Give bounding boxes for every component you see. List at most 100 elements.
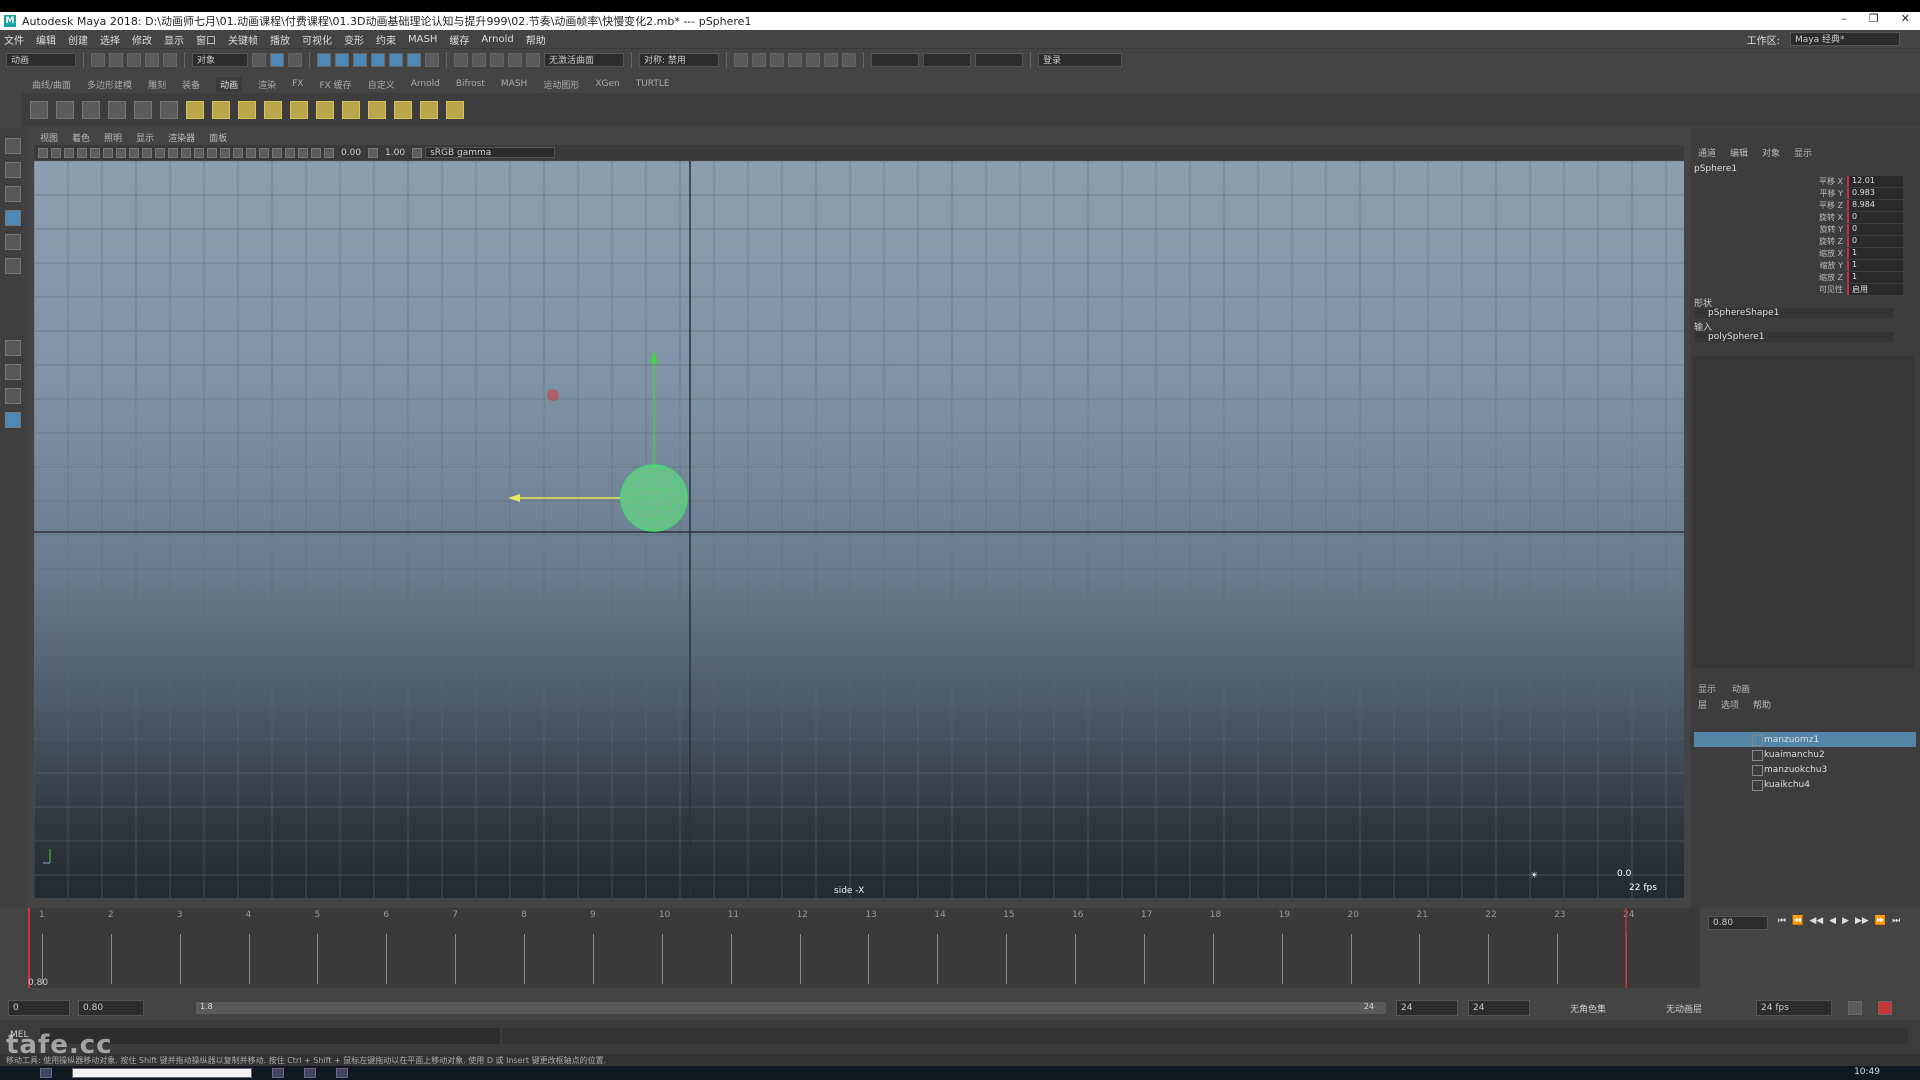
shelf-tab-bifrost[interactable]: Bifrost: [456, 79, 485, 89]
scale-tool-icon[interactable]: [5, 258, 21, 274]
viewport-side[interactable]: side -X 22 fps 0.0 ☀: [34, 161, 1684, 898]
menu-display[interactable]: 显示: [164, 32, 184, 47]
magnet-icon[interactable]: [526, 52, 540, 67]
pause-icon[interactable]: [842, 52, 856, 67]
scale-constraint-icon[interactable]: [394, 101, 412, 119]
minimize-button[interactable]: –: [1841, 12, 1847, 25]
select-object-icon[interactable]: [270, 52, 284, 67]
channel-value[interactable]: 0: [1847, 212, 1903, 223]
four-pane-layout-icon[interactable]: [5, 364, 21, 380]
shelf-tab-mash[interactable]: MASH: [501, 79, 527, 89]
wireframe-icon[interactable]: [181, 147, 191, 158]
panel-menu-shading[interactable]: 着色: [72, 131, 90, 144]
current-time-field[interactable]: 0.80: [1708, 916, 1768, 930]
layer-menu-layers[interactable]: 层: [1698, 698, 1707, 711]
redo-icon[interactable]: [163, 52, 177, 67]
menu-file[interactable]: 文件: [4, 32, 24, 47]
shelf-tab-curves[interactable]: 曲线/曲面: [32, 78, 71, 91]
pole-vector-icon[interactable]: [446, 101, 464, 119]
panel-menu-panels[interactable]: 面板: [209, 131, 227, 144]
orient-constraint-icon[interactable]: [368, 101, 386, 119]
loop-icon[interactable]: [1848, 1001, 1862, 1015]
channel-value[interactable]: 1: [1847, 248, 1903, 259]
shadows-icon[interactable]: [246, 147, 256, 158]
menu-constrain[interactable]: 约束: [376, 32, 396, 47]
shelf-tab-motion-graphics[interactable]: 运动图形: [543, 78, 579, 91]
two-pane-layout-icon[interactable]: [5, 388, 21, 404]
grid-toggle-icon[interactable]: [168, 147, 178, 158]
snap-live-icon[interactable]: [407, 52, 421, 67]
ik-spline-icon[interactable]: [238, 101, 256, 119]
field-chart-icon[interactable]: [129, 147, 139, 158]
tab-channels[interactable]: 通道: [1698, 146, 1716, 159]
parent-constraint-icon[interactable]: [316, 101, 334, 119]
y-field[interactable]: [923, 52, 971, 67]
channel-value[interactable]: 1: [1847, 272, 1903, 283]
channel-value[interactable]: 0: [1847, 224, 1903, 235]
new-scene-icon[interactable]: [91, 52, 105, 67]
tab-object[interactable]: 对象: [1762, 146, 1780, 159]
image-plane-icon[interactable]: [64, 147, 74, 158]
channel-value[interactable]: 1: [1847, 260, 1903, 271]
shape-node-item[interactable]: pSphereShape1: [1694, 308, 1894, 318]
channel-value[interactable]: 启用: [1847, 284, 1903, 295]
channel-value[interactable]: 12.01: [1847, 176, 1903, 187]
shelf-tab-custom[interactable]: 自定义: [368, 78, 395, 91]
gamma-value[interactable]: 1.00: [381, 148, 409, 158]
shelf-tab-fx-cache[interactable]: FX 缓存: [319, 78, 351, 91]
save-scene-icon[interactable]: [127, 52, 141, 67]
workspace-dropdown[interactable]: Maya 经典*: [1790, 31, 1900, 46]
shelf-tab-turtle[interactable]: TURTLE: [636, 79, 670, 89]
snap-view-icon[interactable]: [371, 52, 385, 67]
panel-menu-lighting[interactable]: 照明: [104, 131, 122, 144]
anim-layer-field[interactable]: 无动画层: [1666, 1002, 1702, 1015]
shelf-tab-rendering[interactable]: 渲染: [258, 78, 276, 91]
motion-blur-icon[interactable]: [272, 147, 282, 158]
render-frame-icon[interactable]: [752, 52, 766, 67]
panel-menu-show[interactable]: 显示: [136, 131, 154, 144]
paint-weights-icon[interactable]: [290, 101, 308, 119]
xray-icon[interactable]: [311, 147, 321, 158]
scene-end-field[interactable]: 24: [1468, 1000, 1530, 1016]
history-icon[interactable]: [454, 52, 468, 67]
channel-row[interactable]: 旋转 X 0: [1805, 212, 1915, 223]
shelf-tab-fx[interactable]: FX: [292, 79, 303, 89]
layer-menu-help[interactable]: 帮助: [1753, 698, 1771, 711]
channel-row[interactable]: 缩放 Y 1: [1805, 260, 1915, 271]
channel-value[interactable]: 0: [1847, 236, 1903, 247]
set-key-icon[interactable]: [30, 101, 48, 119]
output-ops-icon[interactable]: [490, 52, 504, 67]
hypershade-icon[interactable]: [806, 52, 820, 67]
tab-edit[interactable]: 编辑: [1730, 146, 1748, 159]
layer-item[interactable]: manzuomz1: [1694, 732, 1916, 747]
snap-curve-icon[interactable]: [335, 52, 349, 67]
point-constraint-icon[interactable]: [342, 101, 360, 119]
menu-cache[interactable]: 缓存: [449, 32, 469, 47]
paint-select-icon[interactable]: [5, 186, 21, 202]
rotate-tool-icon[interactable]: [5, 234, 21, 250]
layer-item[interactable]: kuaikchu4: [1694, 777, 1916, 792]
go-to-end-button[interactable]: ⏭: [1892, 916, 1900, 926]
joint-tool-icon[interactable]: [186, 101, 204, 119]
film-gate-icon[interactable]: [90, 147, 100, 158]
aim-constraint-icon[interactable]: [420, 101, 438, 119]
camera-attr-icon[interactable]: [38, 147, 48, 158]
menu-set-dropdown[interactable]: 动画: [6, 52, 76, 67]
live-surface-field[interactable]: 无激活曲面: [544, 52, 624, 67]
browser-icon[interactable]: [304, 1068, 316, 1078]
move-tool-icon[interactable]: [5, 210, 21, 226]
tab-display-layers[interactable]: 显示: [1698, 682, 1716, 695]
smooth-shade-icon[interactable]: [194, 147, 204, 158]
ambient-occlusion-icon[interactable]: [259, 147, 269, 158]
isolate-select-icon[interactable]: [298, 147, 308, 158]
channel-value[interactable]: 0.983: [1847, 188, 1903, 199]
menu-mash[interactable]: MASH: [408, 34, 437, 45]
input-ops-icon[interactable]: [472, 52, 486, 67]
lasso-tool-icon[interactable]: [5, 162, 21, 178]
z-field[interactable]: [975, 52, 1023, 67]
panel-menu-renderer[interactable]: 渲染器: [168, 131, 195, 144]
bookmark-icon[interactable]: [51, 147, 61, 158]
go-to-start-button[interactable]: ⏮: [1778, 916, 1786, 926]
motion-trail-icon[interactable]: [160, 101, 178, 119]
graph-editor-icon[interactable]: [56, 101, 74, 119]
